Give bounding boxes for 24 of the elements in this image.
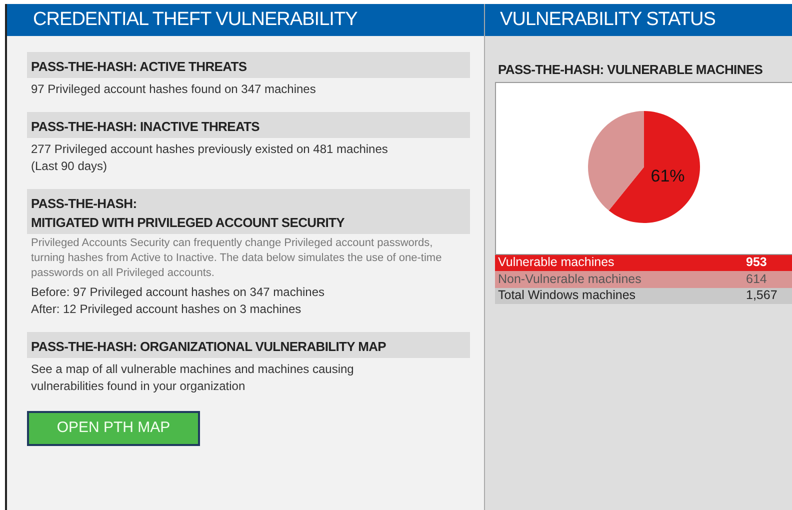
- legend-label: Non-Vulnerable machines: [498, 270, 642, 288]
- section-text: Before: 97 Privileged account hashes on 347 machines: [31, 284, 326, 301]
- chart-title: PASS-THE-HASH: VULNERABLE MACHINES: [497, 61, 764, 79]
- legend-label: Total Windows machines: [498, 287, 637, 304]
- legend-label: Vulnerable machines: [498, 254, 616, 272]
- section-text: See a map of all vulnerable machines and machines causing: [31, 361, 355, 378]
- section-heading: PASS-THE-HASH: ACTIVE THREATS: [31, 58, 248, 76]
- section-text: 97 Privileged account hashes found on 347 machines: [31, 81, 317, 98]
- slice-label: 61%: [650, 166, 685, 185]
- section-note: Privileged Accounts Security can frequently change Privileged account passwords, turning hashes from Active to Inactive. The data below simulates the use of one-time passwords on all Privileged accounts.: [30, 236, 443, 281]
- panel-title: CREDENTIAL THEFT VULNERABILITY: [33, 8, 358, 32]
- section-text: 277 Privileged account hashes previously existed on 481 machines: [31, 141, 389, 158]
- section-heading: PASS-THE-HASH:: [31, 195, 138, 213]
- section-text: After: 12 Privileged account hashes on 3 machines: [31, 301, 302, 318]
- section-heading: PASS-THE-HASH: ORGANIZATIONAL VULNERABILITY MAP: [31, 338, 387, 356]
- section-heading: MITIGATED WITH PRIVILEGED ACCOUNT SECURITY: [31, 214, 346, 232]
- legend-value: 1,567: [746, 287, 778, 304]
- section-text: vulnerabilities found in your organization: [31, 378, 246, 395]
- legend-value: 953: [746, 254, 767, 272]
- section-heading: PASS-THE-HASH: INACTIVE THREATS: [31, 118, 261, 136]
- section-text: (Last 90 days): [31, 158, 108, 175]
- legend-value: 614: [746, 270, 767, 288]
- panel-title: VULNERABILITY STATUS: [500, 8, 716, 32]
- open-map-button[interactable]: OPEN PTH MAP: [27, 411, 200, 446]
